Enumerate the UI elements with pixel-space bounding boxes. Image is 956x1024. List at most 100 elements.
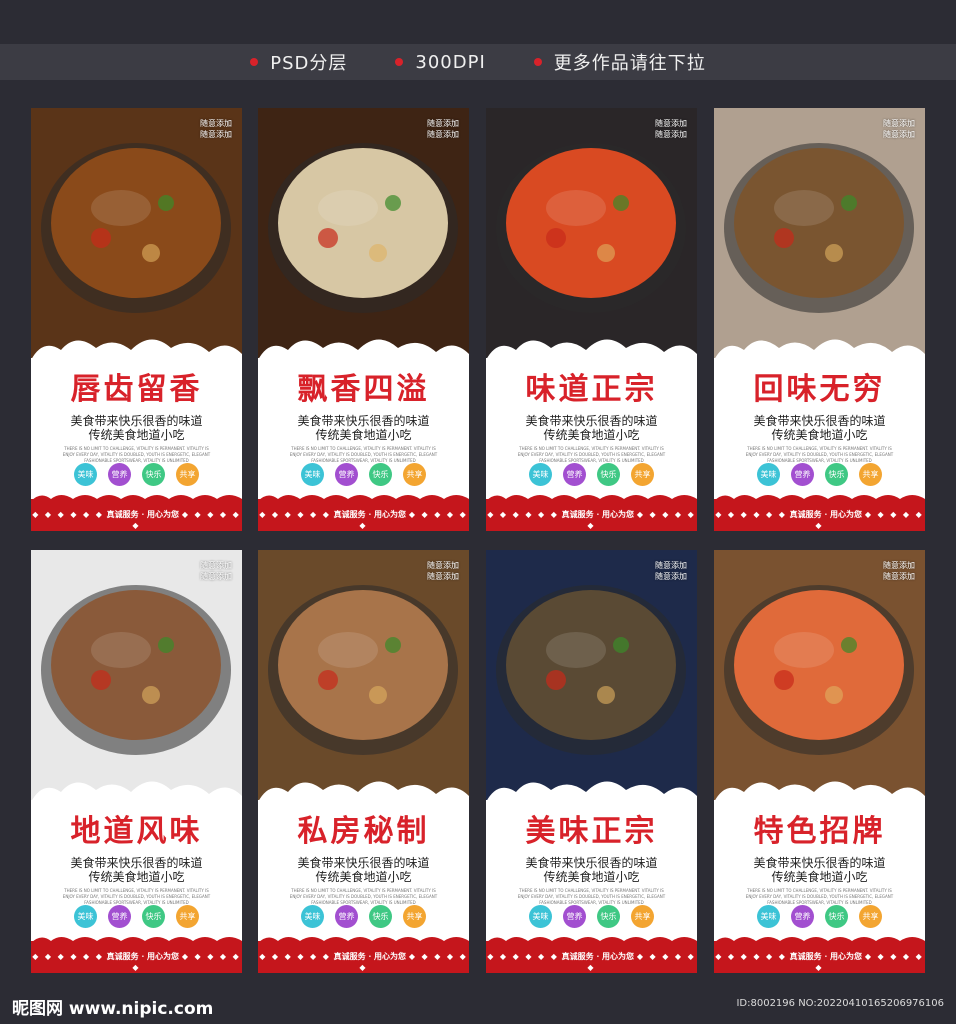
tag-badge: 共享 (859, 463, 882, 486)
slogan-line-2: 传统美食地道小吃 (543, 870, 640, 884)
tag-badge: 美味 (757, 905, 780, 928)
slogan-line-1: 美食带来快乐很香的味道 (297, 414, 430, 428)
tag-row: 美味 营养 快乐 共享 (714, 463, 925, 486)
food-photo: 随意添加 随意添加 (714, 108, 925, 358)
poster-card[interactable]: 随意添加 随意添加 特色招牌 美食带来快乐很香的味道 传统美食地道小吃 THER… (714, 550, 925, 973)
slogan-line-2: 传统美食地道小吃 (315, 870, 412, 884)
bullet-dot (250, 58, 259, 66)
tag-badge: 快乐 (597, 905, 620, 928)
banner-item: 300DPI (395, 52, 485, 73)
slogan-line-1: 美食带来快乐很香的味道 (70, 856, 203, 870)
poster-footer: ◆ ◆ ◆ ◆ ◆ ◆ 真诚服务 · 用心为您 ◆ ◆ ◆ ◆ ◆ ◆ (714, 937, 925, 973)
watermark-text: 随意添加 随意添加 (427, 561, 459, 581)
poster-card[interactable]: 随意添加 随意添加 味道正宗 美食带来快乐很香的味道 传统美食地道小吃 THER… (486, 108, 697, 531)
slogan-line-1: 美食带来快乐很香的味道 (297, 856, 430, 870)
footer-slogan: 真诚服务 · 用心为您 (333, 509, 407, 519)
footer-slogan: 真诚服务 · 用心为您 (561, 509, 635, 519)
slogan-line-2: 传统美食地道小吃 (543, 428, 640, 442)
slogan-line-2: 传统美食地道小吃 (88, 428, 185, 442)
food-photo: 随意添加 随意添加 (486, 108, 697, 358)
footer-slogan: 真诚服务 · 用心为您 (561, 951, 635, 961)
tag-badge: 营养 (563, 905, 586, 928)
poster-footer: ◆ ◆ ◆ ◆ ◆ ◆ 真诚服务 · 用心为您 ◆ ◆ ◆ ◆ ◆ ◆ (486, 937, 697, 973)
poster-title: 特色招牌 (753, 814, 886, 849)
bullet-dot (533, 58, 542, 66)
slogan-line-2: 传统美食地道小吃 (771, 428, 868, 442)
poster-card[interactable]: 随意添加 随意添加 地道风味 美食带来快乐很香的味道 传统美食地道小吃 THER… (31, 550, 242, 973)
poster-card[interactable]: 随意添加 随意添加 私房秘制 美食带来快乐很香的味道 传统美食地道小吃 THER… (258, 550, 469, 973)
tag-badge: 共享 (631, 905, 654, 928)
banner-item: 更多作品请往下拉 (533, 49, 706, 75)
tag-row: 美味 营养 快乐 共享 (258, 905, 469, 928)
footer-ornament: ◆ ◆ ◆ ◆ ◆ ◆ (259, 510, 331, 519)
tag-badge: 美味 (301, 905, 324, 928)
banner-text: 更多作品请往下拉 (553, 53, 706, 74)
site-logo[interactable]: 昵图网 www.nipic.com (12, 994, 213, 1019)
tag-badge: 营养 (335, 463, 358, 486)
tag-badge: 营养 (791, 463, 814, 486)
footer-ornament: ◆ ◆ ◆ ◆ ◆ ◆ (32, 952, 104, 961)
tag-badge: 共享 (403, 463, 426, 486)
footer-ornament: ◆ ◆ ◆ ◆ ◆ ◆ (259, 952, 331, 961)
footer-slogan: 真诚服务 · 用心为您 (106, 951, 180, 961)
poster-footer: ◆ ◆ ◆ ◆ ◆ ◆ 真诚服务 · 用心为您 ◆ ◆ ◆ ◆ ◆ ◆ (31, 937, 242, 973)
poster-footer: ◆ ◆ ◆ ◆ ◆ ◆ 真诚服务 · 用心为您 ◆ ◆ ◆ ◆ ◆ ◆ (258, 495, 469, 531)
tag-badge: 快乐 (597, 463, 620, 486)
english-caption: THERE IS NO LIMIT TO CHALLENGE, VITALITY… (517, 446, 666, 463)
footer-ornament: ◆ ◆ ◆ ◆ ◆ ◆ (715, 952, 787, 961)
watermark-text: 随意添加 随意添加 (200, 561, 232, 581)
poster-title: 味道正宗 (525, 372, 658, 407)
footer-slogan: 真诚服务 · 用心为您 (789, 951, 863, 961)
tag-row: 美味 营养 快乐 共享 (714, 905, 925, 928)
tag-badge: 营养 (108, 905, 131, 928)
poster-card[interactable]: 随意添加 随意添加 唇齿留香 美食带来快乐很香的味道 传统美食地道小吃 THER… (31, 108, 242, 531)
slogan-line-2: 传统美食地道小吃 (315, 428, 412, 442)
bullet-dot (395, 58, 404, 66)
tag-badge: 美味 (74, 905, 97, 928)
english-caption: THERE IS NO LIMIT TO CHALLENGE, VITALITY… (745, 446, 894, 463)
tag-badge: 共享 (176, 463, 199, 486)
poster-footer: ◆ ◆ ◆ ◆ ◆ ◆ 真诚服务 · 用心为您 ◆ ◆ ◆ ◆ ◆ ◆ (714, 495, 925, 531)
watermark-text: 随意添加 随意添加 (200, 119, 232, 139)
poster-title: 地道风味 (70, 814, 203, 849)
watermark-text: 随意添加 随意添加 (655, 561, 687, 581)
food-photo: 随意添加 随意添加 (258, 550, 469, 800)
tag-badge: 美味 (529, 463, 552, 486)
english-caption: THERE IS NO LIMIT TO CHALLENGE, VITALITY… (517, 888, 666, 905)
tag-badge: 共享 (631, 463, 654, 486)
tag-row: 美味 营养 快乐 共享 (486, 905, 697, 928)
poster-card[interactable]: 随意添加 随意添加 回味无穷 美食带来快乐很香的味道 传统美食地道小吃 THER… (714, 108, 925, 531)
tag-badge: 共享 (859, 905, 882, 928)
food-photo: 随意添加 随意添加 (31, 108, 242, 358)
poster-title: 回味无穷 (753, 372, 886, 407)
poster-card[interactable]: 随意添加 随意添加 美味正宗 美食带来快乐很香的味道 传统美食地道小吃 THER… (486, 550, 697, 973)
watermark-text: 随意添加 随意添加 (655, 119, 687, 139)
food-photo: 随意添加 随意添加 (486, 550, 697, 800)
watermark-text: 随意添加 随意添加 (883, 561, 915, 581)
slogan-line-1: 美食带来快乐很香的味道 (525, 414, 658, 428)
tag-row: 美味 营养 快乐 共享 (486, 463, 697, 486)
poster-title: 私房秘制 (297, 814, 430, 849)
slogan-line-1: 美食带来快乐很香的味道 (525, 856, 658, 870)
tag-badge: 快乐 (142, 905, 165, 928)
english-caption: THERE IS NO LIMIT TO CHALLENGE, VITALITY… (289, 446, 438, 463)
english-caption: THERE IS NO LIMIT TO CHALLENGE, VITALITY… (62, 888, 211, 905)
english-caption: THERE IS NO LIMIT TO CHALLENGE, VITALITY… (62, 446, 211, 463)
banner-text: PSD分层 (270, 53, 348, 74)
tag-badge: 营养 (335, 905, 358, 928)
tag-row: 美味 营养 快乐 共享 (258, 463, 469, 486)
slogan-line-1: 美食带来快乐很香的味道 (70, 414, 203, 428)
footer-ornament: ◆ ◆ ◆ ◆ ◆ ◆ (487, 510, 559, 519)
tag-badge: 营养 (791, 905, 814, 928)
tag-badge: 美味 (301, 463, 324, 486)
tag-badge: 快乐 (825, 905, 848, 928)
footer-ornament: ◆ ◆ ◆ ◆ ◆ ◆ (487, 952, 559, 961)
tag-row: 美味 营养 快乐 共享 (31, 463, 242, 486)
poster-card[interactable]: 随意添加 随意添加 飘香四溢 美食带来快乐很香的味道 传统美食地道小吃 THER… (258, 108, 469, 531)
poster-title: 美味正宗 (525, 814, 658, 849)
banner-text: 300DPI (415, 51, 486, 73)
footer-slogan: 真诚服务 · 用心为您 (106, 509, 180, 519)
poster-footer: ◆ ◆ ◆ ◆ ◆ ◆ 真诚服务 · 用心为您 ◆ ◆ ◆ ◆ ◆ ◆ (31, 495, 242, 531)
tag-badge: 共享 (176, 905, 199, 928)
english-caption: THERE IS NO LIMIT TO CHALLENGE, VITALITY… (289, 888, 438, 905)
